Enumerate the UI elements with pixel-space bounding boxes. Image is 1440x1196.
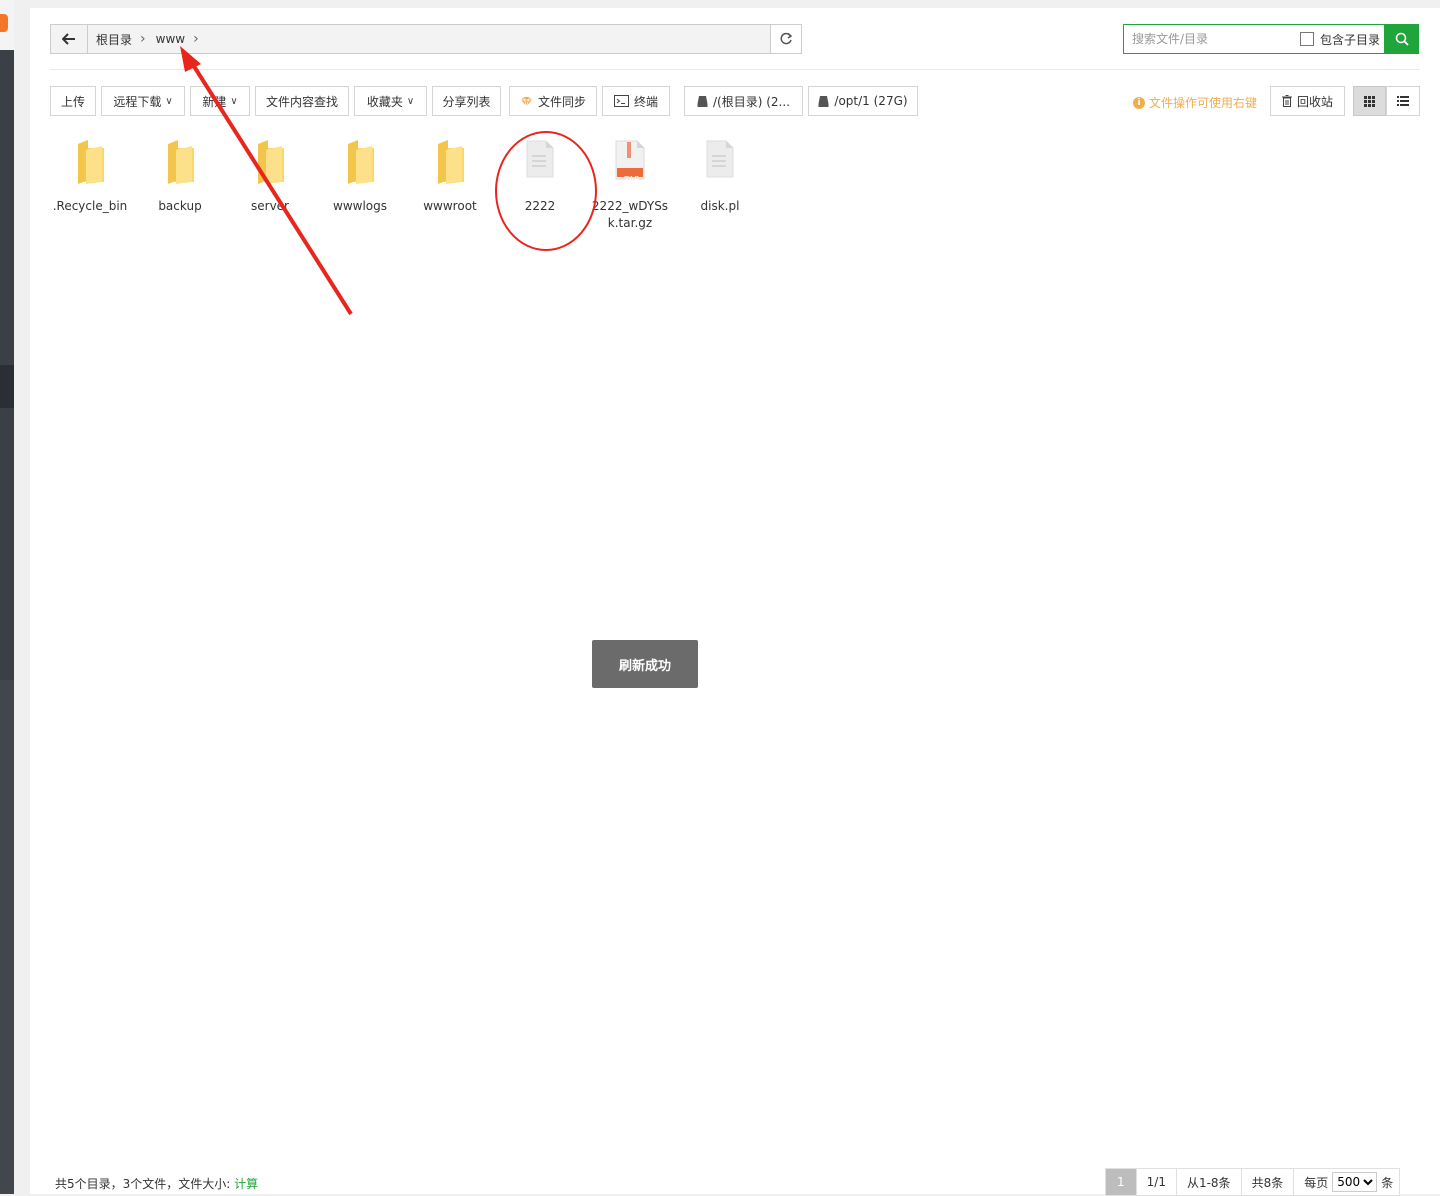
trash-icon bbox=[1281, 95, 1292, 107]
diamond-icon bbox=[520, 96, 532, 107]
content-search-label: 文件内容查找 bbox=[265, 94, 338, 109]
breadcrumb-root[interactable]: 根目录 bbox=[96, 31, 132, 48]
info-icon: i bbox=[1133, 96, 1145, 109]
folder-icon bbox=[438, 140, 464, 184]
file-name: wwwlogs bbox=[333, 199, 387, 213]
hard-drive-icon bbox=[697, 95, 708, 107]
pagination: 1 1/1 从1-8条 共8条 每页 500 条 bbox=[1105, 1168, 1401, 1196]
folder-icon bbox=[258, 140, 284, 184]
remote-download-button[interactable]: 远程下载 ∨ bbox=[101, 86, 185, 116]
file-item[interactable]: server bbox=[228, 140, 312, 215]
list-icon bbox=[1397, 96, 1409, 106]
document-icon bbox=[526, 140, 554, 178]
chevron-down-icon: ∨ bbox=[406, 95, 415, 107]
per-page: 每页 500 条 bbox=[1293, 1168, 1401, 1196]
include-subdir-checkbox[interactable]: 包含子目录 bbox=[1300, 31, 1380, 48]
chevron-right-icon: › bbox=[193, 31, 199, 47]
left-sidebar-strip bbox=[0, 0, 14, 1194]
document-icon bbox=[706, 140, 734, 178]
file-sync-button[interactable]: 文件同步 bbox=[509, 86, 597, 116]
breadcrumb: 根目录 › www › bbox=[88, 25, 209, 53]
file-item[interactable]: wwwlogs bbox=[318, 140, 402, 215]
search-input[interactable] bbox=[1124, 26, 1294, 52]
search-icon bbox=[1395, 32, 1409, 46]
arrow-left-icon bbox=[62, 33, 75, 45]
file-item[interactable]: 2222 bbox=[498, 140, 582, 215]
terminal-icon bbox=[613, 95, 629, 107]
sidebar-active-item[interactable] bbox=[0, 365, 14, 408]
chevron-right-icon: › bbox=[140, 31, 146, 47]
disk-opt-label: /opt/1 (27G) bbox=[834, 94, 908, 108]
toast-message: 刷新成功 bbox=[592, 640, 698, 688]
share-list-label: 分享列表 bbox=[442, 94, 491, 109]
file-name: wwwroot bbox=[423, 199, 477, 213]
terminal-button[interactable]: 终端 bbox=[602, 86, 670, 116]
notification-badge[interactable] bbox=[0, 14, 8, 32]
file-name: server bbox=[251, 199, 289, 213]
refresh-icon bbox=[780, 32, 793, 45]
chevron-down-icon: ∨ bbox=[165, 95, 173, 107]
path-bar: 根目录 › www › bbox=[50, 24, 802, 54]
file-name: 2222 bbox=[524, 199, 556, 213]
file-item[interactable]: wwwroot bbox=[408, 140, 492, 215]
search-box: 包含子目录 bbox=[1123, 24, 1385, 54]
file-item[interactable]: backup bbox=[138, 140, 222, 215]
file-name: 2222_wDYSsk.tar.gz bbox=[591, 199, 669, 230]
file-name: .Recycle_bin bbox=[52, 199, 128, 213]
recycle-bin-label: 回收站 bbox=[1296, 94, 1333, 109]
checkbox-icon[interactable] bbox=[1300, 32, 1314, 46]
list-view-button[interactable] bbox=[1386, 86, 1420, 116]
grid-icon bbox=[1364, 95, 1375, 107]
tip-text: 文件操作可使用右键 bbox=[1149, 96, 1258, 110]
file-sync-label: 文件同步 bbox=[537, 94, 586, 109]
file-name: backup bbox=[158, 199, 202, 213]
back-button[interactable] bbox=[51, 25, 88, 53]
upload-button[interactable]: 上传 bbox=[50, 86, 96, 116]
favorites-button[interactable]: 收藏夹 ∨ bbox=[354, 86, 427, 116]
folder-icon bbox=[348, 140, 374, 184]
breadcrumb-current[interactable]: www bbox=[156, 32, 185, 46]
per-page-unit: 条 bbox=[1381, 1175, 1394, 1190]
file-item[interactable]: disk.pl bbox=[678, 140, 762, 215]
new-button[interactable]: 新建 ∨ bbox=[190, 86, 250, 116]
new-label: 新建 bbox=[202, 94, 227, 109]
page-current[interactable]: 1 bbox=[1105, 1168, 1136, 1196]
grid-view-button[interactable] bbox=[1353, 86, 1386, 116]
refresh-button[interactable] bbox=[770, 25, 801, 53]
terminal-label: 终端 bbox=[633, 94, 658, 109]
per-page-select[interactable]: 500 bbox=[1332, 1172, 1378, 1192]
file-item[interactable]: .Recycle_bin bbox=[48, 140, 132, 215]
include-subdir-label: 包含子目录 bbox=[1320, 32, 1381, 47]
recycle-bin-button[interactable]: 回收站 bbox=[1270, 86, 1345, 116]
calculate-size-link[interactable]: 计算 bbox=[234, 1177, 258, 1191]
sidebar-lower bbox=[0, 680, 14, 1194]
page-of: 1/1 bbox=[1135, 1168, 1176, 1196]
tar-archive-icon bbox=[615, 140, 645, 180]
upload-label: 上传 bbox=[60, 94, 85, 109]
page-total: 共8条 bbox=[1240, 1168, 1294, 1196]
per-page-label: 每页 bbox=[1304, 1175, 1329, 1190]
search-button[interactable] bbox=[1385, 24, 1419, 54]
hard-drive-icon bbox=[818, 95, 829, 107]
file-item[interactable]: 2222_wDYSsk.tar.gz bbox=[588, 140, 672, 232]
disk-opt-button[interactable]: /opt/1 (27G) bbox=[808, 86, 918, 116]
tar-badge-label: TAR bbox=[624, 175, 640, 184]
remote-download-label: 远程下载 bbox=[113, 94, 162, 109]
disk-root-label: /(根目录) (2... bbox=[713, 94, 790, 109]
file-manager-panel: 根目录 › www › 包含子目录 上传 远程下载∨ 新建∨ 文件内容查找 收藏… bbox=[30, 8, 1440, 1196]
divider bbox=[50, 69, 1420, 70]
chevron-down-icon: ∨ bbox=[230, 95, 238, 107]
folder-icon bbox=[168, 140, 194, 184]
disk-root-button[interactable]: /(根目录) (2... bbox=[684, 86, 803, 116]
content-search-button[interactable]: 文件内容查找 bbox=[255, 86, 349, 116]
footer-summary: 共5个目录，3个文件，文件大小: 计算 bbox=[55, 1175, 258, 1192]
favorites-label: 收藏夹 bbox=[366, 94, 403, 109]
file-name: disk.pl bbox=[700, 199, 740, 213]
folder-icon bbox=[78, 140, 104, 184]
page-range: 从1-8条 bbox=[1175, 1168, 1241, 1196]
summary-text: 共5个目录，3个文件，文件大小: bbox=[55, 1177, 231, 1191]
share-list-button[interactable]: 分享列表 bbox=[432, 86, 501, 116]
right-click-tip: i 文件操作可使用右键 bbox=[1133, 94, 1257, 111]
